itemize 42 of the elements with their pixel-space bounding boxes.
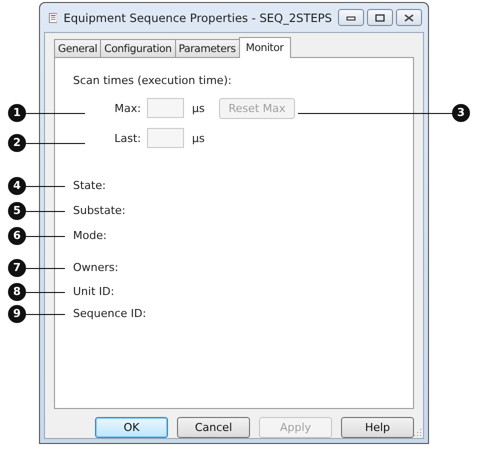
field-label: Owners: [73,260,120,276]
minimize-icon [346,14,356,20]
dialog-button[interactable]: Help [341,417,414,438]
tab[interactable]: Configuration [100,39,176,57]
callout-number: 2 [8,134,26,152]
callout-number: 8 [8,283,26,301]
maximize-button[interactable] [367,9,393,26]
unit-label: µs [192,102,206,114]
tab[interactable]: Parameters [174,39,240,57]
leader-line [26,268,65,269]
leader-line [26,143,85,144]
callout-number: 5 [8,202,26,220]
dialog-button[interactable]: Cancel [177,417,250,438]
leader-line [26,314,65,315]
leader-line [26,113,85,114]
field-label: Sequence ID: [73,306,148,322]
leader-line [26,292,65,293]
unit-label: µs [192,132,206,144]
section-heading: Scan times (execution time): [73,74,233,87]
dialog-button[interactable]: OK [95,417,168,438]
field-label: Unit ID: [73,284,116,300]
tab[interactable]: Monitor [238,37,291,58]
field-label: Mode: [73,228,108,244]
leader-line [26,186,65,187]
tab[interactable]: General [54,39,102,57]
callout-number: 3 [452,104,470,122]
callout-number: 6 [8,227,26,245]
callout-number: 1 [8,104,26,122]
callout-number: 7 [8,259,26,277]
field-label: Last: [113,132,141,144]
maximize-icon [375,14,385,22]
field-label: State: [73,178,107,194]
close-icon [404,14,414,22]
leader-line [26,211,65,212]
field-label: Substate: [73,203,127,219]
field-label: Max: [114,102,141,114]
close-button[interactable] [396,9,422,26]
window-title: Equipment Sequence Properties - SEQ_2STEPS [63,10,332,24]
minimize-button[interactable] [338,9,364,26]
callout-number: 9 [8,305,26,323]
callout-number: 4 [8,177,26,195]
leader-line [26,236,65,237]
